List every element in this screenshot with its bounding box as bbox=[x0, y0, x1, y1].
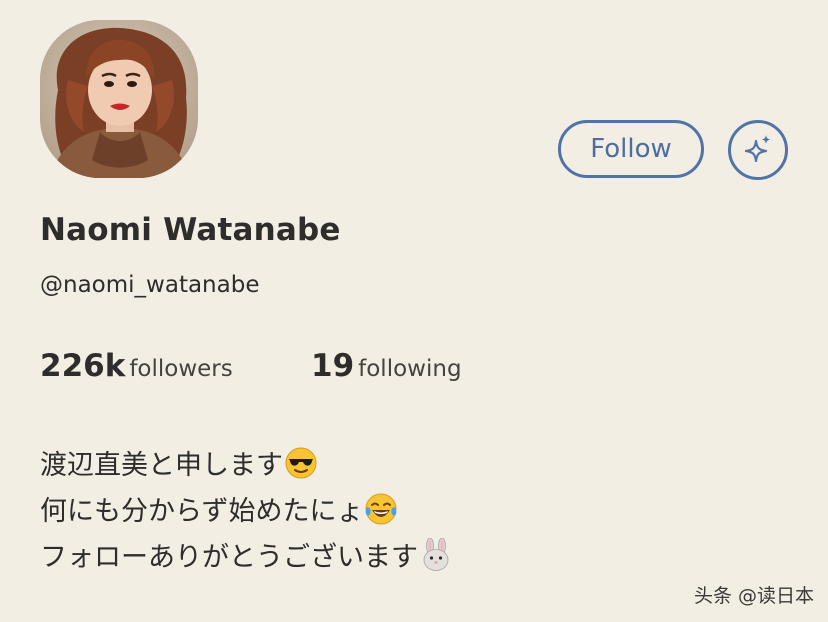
bio-line: 何にも分からず始めたにょ bbox=[40, 492, 453, 538]
profile-name: Naomi Watanabe bbox=[40, 212, 341, 248]
bio-line: 渡辺直美と申します bbox=[40, 446, 453, 492]
bio-text: フォローありがとうございます bbox=[40, 542, 418, 573]
followers-count: 226k bbox=[40, 348, 126, 384]
avatar-photo bbox=[40, 20, 198, 178]
bio-text: 何にも分からず始めたにょ bbox=[40, 496, 364, 527]
follow-button[interactable]: Follow bbox=[558, 120, 704, 178]
watermark: 头条 @读日本 bbox=[693, 585, 814, 607]
tears-of-joy-icon bbox=[364, 492, 398, 538]
sparkle-icon bbox=[744, 135, 771, 163]
sparkle-button[interactable] bbox=[728, 120, 788, 180]
following-count: 19 bbox=[311, 348, 355, 384]
profile-bio: 渡辺直美と申します 何にも分からず始めたにょ フォローありがとうございます bbox=[40, 446, 453, 584]
profile-handle: @naomi_watanabe bbox=[40, 272, 260, 298]
following-label: following bbox=[358, 356, 462, 382]
followers-label: followers bbox=[129, 356, 233, 382]
followers-stat[interactable]: 226k followers bbox=[40, 348, 233, 384]
sunglasses-face-icon bbox=[284, 446, 318, 492]
bio-line: フォローありがとうございます bbox=[40, 537, 453, 584]
rabbit-face-icon bbox=[419, 537, 453, 584]
bio-text: 渡辺直美と申します bbox=[40, 450, 283, 481]
following-stat[interactable]: 19 following bbox=[311, 348, 462, 384]
avatar[interactable] bbox=[40, 20, 198, 178]
